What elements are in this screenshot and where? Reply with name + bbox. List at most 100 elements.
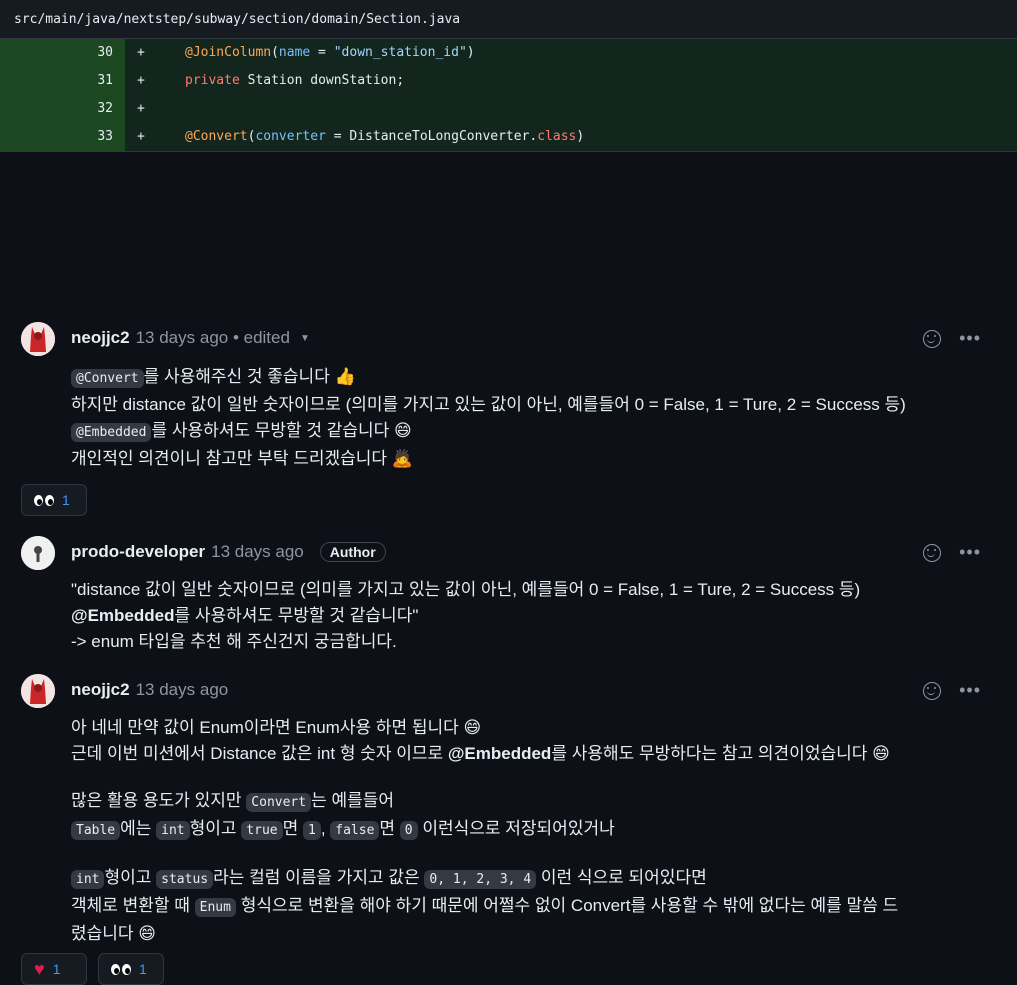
author-badge: Author [319,542,386,562]
author-name[interactable]: prodo-developer [71,542,205,562]
author-name[interactable]: neojjc2 [71,680,130,700]
comment-text: 라는 컬럼 이름을 가지고 값은 [213,868,425,887]
inline-code: Convert [246,793,312,812]
reaction-eyes[interactable]: 1 [98,953,164,985]
comment-text: -> enum 타입을 추천 해 주신건지 궁금합니다. [71,632,397,651]
code-line: + private Station downStation; [125,67,1017,95]
comment-text: 형식으로 변환을 해야 하기 때문에 어쩔수 없이 Convert를 사용할 수… [235,896,899,915]
file-path[interactable]: src/main/java/nextstep/subway/section/do… [14,12,460,27]
line-number[interactable]: 30 [0,39,125,67]
code-token: DistanceToLongConverter [349,129,530,144]
comment-actions: ••• [923,542,981,563]
comment-header: neojjc2 13 days ago • edited ▼ [71,328,310,348]
comment-line [71,844,977,865]
add-reaction-icon[interactable] [923,543,942,562]
code-line: + @JoinColumn(name = "down_station_id") [125,39,1017,67]
more-options-icon[interactable]: ••• [959,542,981,563]
diff-block: 30 + @JoinColumn(name = "down_station_id")… [0,39,1017,152]
avatar[interactable] [21,674,55,708]
diff-line: 32 + [0,95,1017,123]
comment-line: 하지만 distance 값이 일반 숫자이므로 (의미를 가지고 있는 값이 … [71,392,977,418]
comment-body: @Convert 를 사용해주신 것 좋습니다 👍 하지만 distance 값이 … [71,364,977,472]
more-options-icon[interactable]: ••• [959,680,981,701]
inline-code: Enum [194,898,236,917]
comment-meta[interactable]: 13 days ago [211,542,304,562]
comment-text: 근데 이번 미션에서 Distance 값은 int 형 숫자 이므로 [71,744,448,763]
code-token: ) [576,129,585,144]
eyes-icon [111,963,131,975]
comment-line: int 형이고 status 라는 컬럼 이름을 가지고 값은 0, 1, 2, 3… [71,865,977,893]
comment-actions: ••• [923,680,981,701]
reaction-heart[interactable]: ♥ 1 [21,953,87,985]
comment-line: 근데 이번 미션에서 Distance 값은 int 형 숫자 이므로 @Emb… [71,741,977,767]
inline-code: int [71,870,105,889]
comment-text: 이런 식으로 되어있다면 [536,868,707,887]
code-token: "down_station_id" [333,45,467,60]
comment-line: 객체로 변환할 때 Enum 형식으로 변환을 해야 하기 때문에 어쩔수 없이… [71,893,977,921]
code-token: @Convert [185,129,248,144]
diff-line: 33 + @Convert(converter = DistanceToLongCo… [0,123,1017,151]
file-header: src/main/java/nextstep/subway/section/do… [0,0,1017,39]
comment-line [71,767,977,788]
comment-line: @Embedded를 사용하셔도 무방할 것 같습니다" [71,603,977,629]
comment-body: "distance 값이 일반 숫자이므로 (의미를 가지고 있는 값이 아닌,… [71,577,977,655]
author-name[interactable]: neojjc2 [71,328,130,348]
code-token: = [325,129,350,144]
code-token: Station downStation; [239,73,405,88]
comment-header: neojjc2 13 days ago [71,680,228,700]
inline-code: Table [71,821,121,840]
inline-code: false [330,821,380,840]
inline-code: status [156,870,214,889]
line-number[interactable]: 33 [0,123,125,151]
comment-text: 렸습니다 😄 [71,924,157,943]
inline-code: 0, 1, 2, 3, 4 [424,870,537,889]
comment-actions: ••• [923,328,981,349]
inline-code: true [241,821,283,840]
comment-text: 객체로 변환할 때 [71,896,195,915]
comment-text: 는 예를들어 [311,791,395,810]
comment-meta[interactable]: 13 days ago • edited [136,328,290,348]
line-number[interactable]: 31 [0,67,125,95]
code-token: = [310,45,334,60]
comment-body: 아 네네 만약 값이 Enum이라면 Enum사용 하면 됩니다 😄 근데 이번 … [71,715,977,947]
diff-sign: + [137,45,145,60]
add-reaction-icon[interactable] [923,681,942,700]
comment-text: 에는 [120,819,157,838]
comment-text: 형이고 [189,819,242,838]
comment-meta[interactable]: 13 days ago [136,680,229,700]
comment-text: 면 [282,819,303,838]
code-token: name [278,45,311,60]
bold-text: @Embedded [71,606,175,625]
comment-text: 면 [379,819,400,838]
code-token: class [537,129,577,144]
line-number[interactable]: 32 [0,95,125,123]
comment-line: @Embedded 를 사용하셔도 무방할 것 같습니다 😄 [71,418,977,446]
code-token: @JoinColumn [185,45,272,60]
comment-line: 아 네네 만약 값이 Enum이라면 Enum사용 하면 됩니다 😄 [71,715,977,741]
more-options-icon[interactable]: ••• [959,328,981,349]
comment-text: 아 네네 만약 값이 Enum이라면 Enum사용 하면 됩니다 😄 [71,718,482,737]
code-line: + [125,95,1017,123]
diff-sign: + [137,101,145,116]
comment-text: "distance 값이 일반 숫자이므로 (의미를 가지고 있는 값이 아닌,… [71,580,861,599]
reaction-eyes[interactable]: 1 [21,484,87,516]
add-reaction-icon[interactable] [923,329,942,348]
reaction-count: 1 [139,961,147,977]
comment-text: 를 사용해주신 것 좋습니다 👍 [143,367,356,386]
comment-text: 많은 활용 용도가 있지만 [71,791,247,810]
avatar[interactable] [21,322,55,356]
comment-text: 하지만 distance 값이 일반 숫자이므로 (의미를 가지고 있는 값이 … [71,395,906,414]
code-token: ) [466,45,475,60]
comment-text: 를 사용하셔도 무방할 것 같습니다" [174,606,419,625]
comment-text: 를 사용해도 무방하다는 참고 의견이었습니다 😄 [551,744,890,763]
reaction-count: 1 [52,961,61,977]
diff-sign: + [137,129,145,144]
diff-sign: + [137,73,145,88]
avatar[interactable] [21,536,55,570]
comment-line: "distance 값이 일반 숫자이므로 (의미를 가지고 있는 값이 아닌,… [71,577,977,603]
eyes-icon [34,494,54,506]
chevron-down-icon[interactable]: ▼ [300,333,310,344]
inline-code: 0 [399,821,418,840]
comment-line: -> enum 타입을 추천 해 주신건지 궁금합니다. [71,629,977,655]
inline-code: int [156,821,190,840]
